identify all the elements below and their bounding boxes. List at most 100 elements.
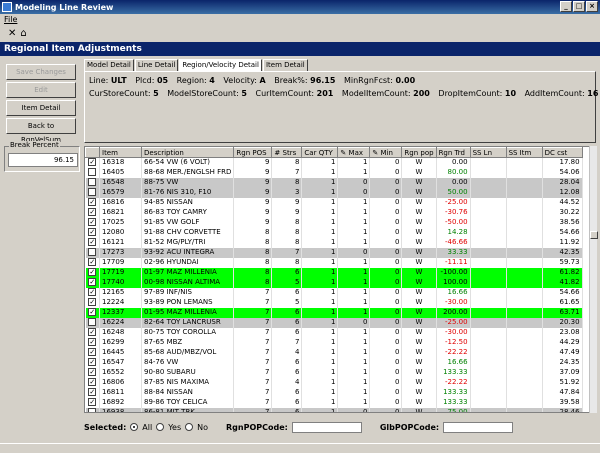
toolbar: ✕ ⌂ — [0, 27, 600, 41]
row-checkbox[interactable]: ✓ — [88, 338, 97, 346]
table-row[interactable]: ✓ 16811 88-84 NISSAN 7 6 1 1 0 W 133.33 47.84 — [85, 387, 583, 398]
cell-pos: 7 — [233, 397, 273, 408]
row-checkbox[interactable]: ✓ — [88, 298, 97, 306]
table-row[interactable]: ✓ 17719 01-97 MAZ MILLENIA 8 6 1 1 0 W -100.00 61.… — [85, 267, 583, 278]
home-icon[interactable]: ⌂ — [20, 28, 26, 40]
row-checkbox[interactable]: ✓ — [88, 158, 97, 167]
vertical-scrollbar[interactable] — [589, 146, 598, 413]
cell-strs: 5 — [271, 297, 303, 308]
col-min[interactable]: ✎ Min — [369, 147, 403, 158]
table-row[interactable]: ✓ 16299 87-65 MBZ 7 7 1 1 0 W -12.50 44.29 — [85, 337, 583, 348]
row-checkbox[interactable]: ✓ — [88, 398, 97, 406]
close-window-button[interactable]: × — [586, 1, 598, 12]
col-description[interactable]: Description — [140, 147, 235, 158]
cell-trd: 133.33 — [436, 367, 471, 378]
table-row[interactable]: ✓ 16547 84-76 VW 7 6 1 1 0 W 16.66 24.35 — [85, 357, 583, 368]
row-checkbox[interactable]: ✓ — [88, 268, 97, 276]
back-to-rgnvelsum-button[interactable]: Back to RgnVelSum — [6, 118, 76, 144]
region-value: 4 — [209, 76, 215, 85]
row-checkbox[interactable]: ✓ — [88, 378, 97, 386]
table-row[interactable]: ✓ 12080 91-88 CHV CORVETTE 8 8 1 1 0 W 14.28 54.66 — [85, 227, 583, 238]
cell-pop: W — [401, 367, 437, 378]
rgn-pop-code-field[interactable] — [291, 421, 362, 433]
cell-pos: 8 — [233, 267, 273, 278]
app-icon — [2, 2, 12, 12]
row-checkbox[interactable] — [88, 248, 97, 256]
table-row[interactable]: ✓ 16552 90-80 SUBARU 7 6 1 1 0 W 133.33 37.09 — [85, 367, 583, 378]
tab-model-detail[interactable]: Model Detail — [84, 59, 134, 71]
row-checkbox[interactable] — [88, 168, 97, 176]
col-car-qty[interactable]: Car QTY — [301, 147, 339, 158]
row-checkbox[interactable]: ✓ — [88, 218, 97, 226]
row-select-cell: ✓ — [85, 307, 100, 318]
col-rgn-trd[interactable]: Rgn Trd — [435, 147, 471, 158]
row-checkbox[interactable]: ✓ — [88, 278, 97, 286]
table-row[interactable]: 16405 88-68 MER./ENGLSH FRD 9 7 1 1 0 W 80.00 54.… — [85, 167, 583, 178]
row-checkbox[interactable]: ✓ — [88, 258, 97, 266]
table-row[interactable]: ✓ 16121 81-52 MG/PLY/TRI 8 8 1 1 0 W -46.66 11.92 — [85, 237, 583, 248]
row-checkbox[interactable]: ✓ — [88, 368, 97, 376]
col-rgn-pop[interactable]: Rgn pop — [401, 147, 437, 158]
table-row[interactable]: ✓ 12224 93-89 PON LEMANS 7 5 1 1 0 W -30.00 61.65 — [85, 297, 583, 308]
row-checkbox[interactable]: ✓ — [88, 358, 97, 366]
radio-all[interactable] — [130, 423, 139, 431]
table-row[interactable]: ✓ 16248 80-75 TOY COROLLA 7 6 1 1 0 W -30.00 23.08 — [85, 327, 583, 338]
item-detail-button[interactable]: Item Detail — [6, 100, 76, 116]
col-ss-ln[interactable]: SS Ln — [469, 147, 507, 158]
table-row[interactable]: ✓ 16821 86-83 TOY CAMRY 9 9 1 1 0 W -30.76 30.22 — [85, 207, 583, 218]
cell-dc: 54.06 — [542, 167, 583, 178]
row-checkbox[interactable]: ✓ — [88, 288, 97, 296]
row-checkbox[interactable]: ✓ — [88, 238, 97, 246]
tab-line-detail[interactable]: Line Detail — [134, 59, 179, 71]
table-row[interactable]: ✓ 16445 85-68 AUD/MBZ/VOL 7 4 1 1 0 W -22.22 47.49 — [85, 347, 583, 358]
table-row[interactable]: ✓ 16892 89-86 TOY CELICA 7 6 1 1 0 W 133.33 39.58 — [85, 397, 583, 408]
row-checkbox[interactable] — [88, 178, 97, 186]
col-rgn-pos[interactable]: Rgn POS — [233, 147, 273, 158]
tab-region-velocity-detail[interactable]: Region/Velocity Detail — [179, 59, 262, 71]
col-ss-itm[interactable]: SS Itm — [505, 147, 543, 158]
table-row[interactable]: ✓ 17709 02-96 HYUNDAI 8 8 1 1 0 W -11.11 59.73 — [85, 257, 583, 268]
table-row[interactable]: ✓ 17740 00-98 NISSAN ALTIMA 8 5 1 1 0 W 100.00 41.… — [85, 277, 583, 288]
row-checkbox[interactable]: ✓ — [88, 348, 97, 356]
table-row[interactable]: ✓ 16806 87-85 NIS MAXIMA 7 4 1 1 0 W -22.22 51.92 — [85, 377, 583, 388]
col-max[interactable]: ✎ Max — [337, 147, 371, 158]
cell-max: 1 — [337, 387, 371, 398]
row-checkbox[interactable]: ✓ — [88, 228, 97, 236]
break-percent-input[interactable]: 96.15 — [8, 153, 78, 167]
row-checkbox[interactable]: ✓ — [88, 388, 97, 396]
glb-pop-code-field[interactable] — [443, 421, 514, 433]
row-checkbox[interactable] — [88, 408, 97, 412]
row-select-cell — [85, 187, 100, 198]
menu-file[interactable]: File — [4, 15, 17, 24]
save-changes-button[interactable]: Save Changes — [6, 64, 76, 80]
row-checkbox[interactable]: ✓ — [88, 198, 97, 206]
row-checkbox[interactable] — [88, 188, 97, 196]
radio-no[interactable] — [185, 423, 194, 431]
minimize-button[interactable]: _ — [560, 1, 572, 12]
radio-yes[interactable] — [156, 423, 165, 431]
col-strs[interactable]: # Strs — [271, 147, 303, 158]
col-item[interactable]: Item — [99, 147, 142, 158]
row-checkbox[interactable]: ✓ — [88, 308, 97, 316]
tab-item-detail[interactable]: Item Detail — [262, 59, 308, 71]
row-checkbox[interactable]: ✓ — [88, 328, 97, 336]
table-row[interactable]: ✓ 16816 94-85 NISSAN 9 9 1 1 0 W -25.00 44.52 — [85, 197, 583, 208]
col-dc-cst[interactable]: DC cst — [541, 147, 583, 158]
maximize-button[interactable]: □ — [573, 1, 585, 12]
table-row[interactable]: 16548 88-75 VW 9 8 1 0 0 W 0.00 28.04 — [85, 177, 583, 188]
table-row[interactable]: ✓ 12337 01-95 MAZ MILLENIA 7 6 1 1 0 W 200.00 63.7… — [85, 307, 583, 318]
scroll-thumb[interactable] — [590, 231, 598, 239]
table-row[interactable]: 16224 82-64 TOY LANCRUSR 7 6 1 0 0 W -25.00 20.30 — [85, 317, 583, 328]
table-row[interactable]: ✓ 12165 97-89 INF/NIS 7 6 1 1 0 W 16.66 54.66 — [85, 287, 583, 298]
rgn-pop-code-label: RgnPOPCode: — [226, 422, 288, 432]
table-row[interactable]: 16938 86-81 MIT TRK 7 6 1 0 0 W 75.00 28.46 — [85, 407, 583, 412]
table-row[interactable]: 16579 81-76 NIS 310, F10 9 3 1 0 0 W 50.00 12.08 — [85, 187, 583, 198]
row-checkbox[interactable] — [88, 318, 97, 326]
table-row[interactable]: 17273 93-92 ACU INTEGRA 8 7 1 0 0 W 33.33 42.35 — [85, 247, 583, 258]
cell-trd: 16.66 — [436, 287, 471, 298]
close-icon[interactable]: ✕ — [8, 28, 16, 40]
table-row[interactable]: ✓ 17025 91-85 VW GOLF 9 8 1 1 0 W -50.00 38.56 — [85, 217, 583, 228]
table-row[interactable]: ✓ 16318 66-54 VW (6 VOLT) 9 8 1 1 0 W 0.00 17.80 — [85, 157, 583, 168]
edit-button[interactable]: Edit — [6, 82, 76, 98]
row-checkbox[interactable]: ✓ — [88, 208, 97, 216]
